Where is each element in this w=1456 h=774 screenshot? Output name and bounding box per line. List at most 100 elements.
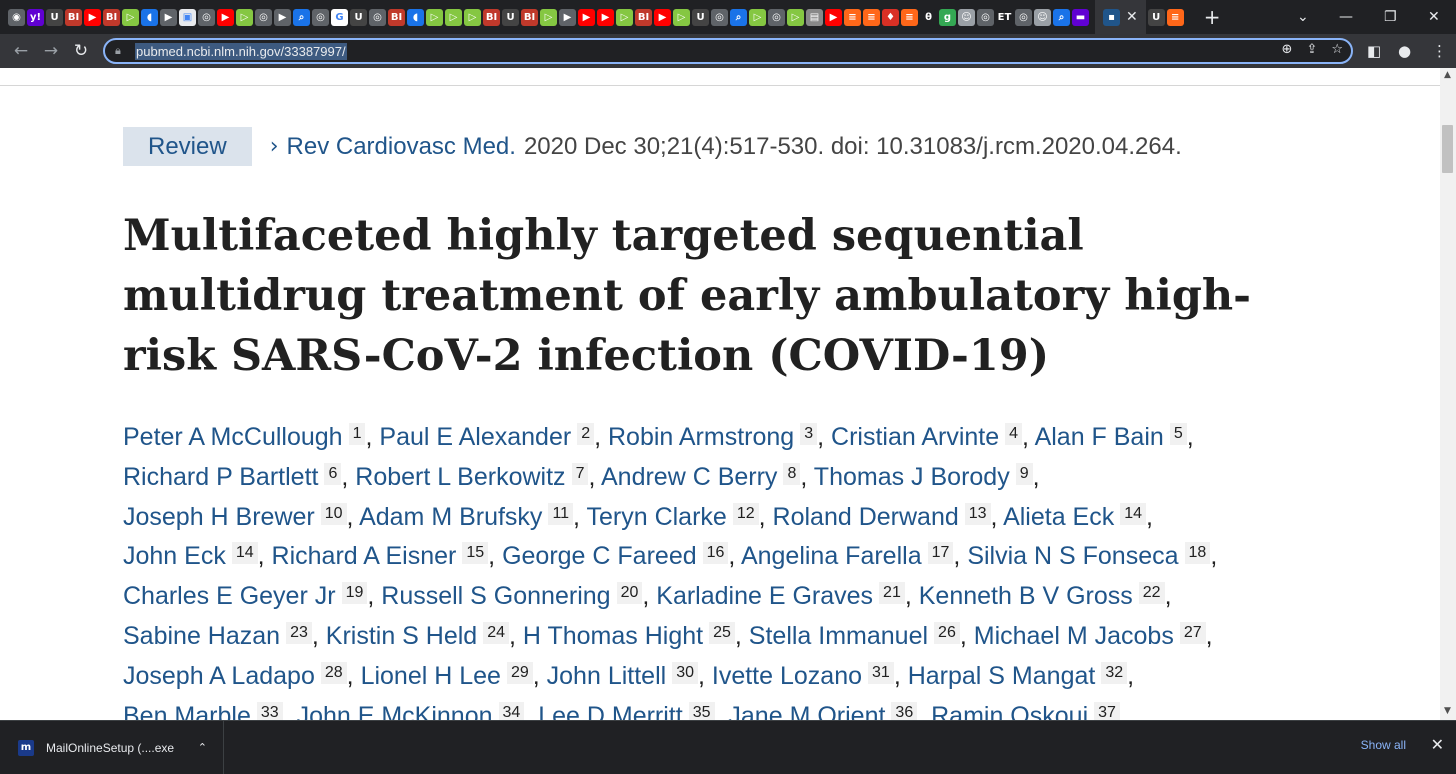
scribd-icon[interactable]: U [46,8,63,26]
affiliation-number[interactable]: 3 [800,423,818,445]
rumble-icon[interactable]: ▷ [540,8,557,26]
affiliation-number[interactable]: 2 [577,423,595,445]
author-link[interactable]: Sabine Hazan [123,622,280,650]
author-link[interactable]: H Thomas Hight [523,622,703,650]
search-icon[interactable]: ⌕ [293,8,310,26]
affiliation-number[interactable]: 29 [506,661,533,684]
globe-icon[interactable]: ◎ [711,8,728,26]
author-link[interactable]: Ivette Lozano [712,662,862,690]
shield-icon[interactable]: ◖ [407,8,424,26]
google-icon[interactable]: G [331,8,348,26]
side-panel-icon[interactable]: ◧ [1367,34,1381,68]
affiliation-number[interactable]: 20 [616,582,643,605]
rumble-icon[interactable]: ▷ [673,8,690,26]
rumble-icon[interactable]: ▷ [787,8,804,26]
business-insider-icon[interactable]: BI [521,8,538,26]
globe-icon[interactable]: ◎ [198,8,215,26]
tab-search-chevron-icon[interactable]: ⌄ [1297,0,1309,34]
affiliation-number[interactable]: 26 [934,621,960,644]
bookmark-icon[interactable]: ▶ [160,8,177,26]
youtube-icon[interactable]: ▶ [84,8,101,26]
profile-avatar-icon[interactable]: ● [1398,34,1411,68]
affiliation-number[interactable]: 23 [286,621,312,644]
affiliation-number[interactable]: 30 [672,661,698,684]
scribd-icon[interactable]: U [350,8,367,26]
forward-icon[interactable]: → [36,41,66,61]
author-link[interactable]: Angelina Farella [741,542,922,570]
affiliation-number[interactable]: 4 [1005,423,1023,445]
zoom-icon[interactable]: ⊕ [1282,42,1293,57]
affiliation-number[interactable]: 11 [548,502,574,525]
globe-icon[interactable]: ◎ [369,8,386,26]
substack-icon[interactable]: ≡ [863,8,880,26]
journal-link[interactable]: Rev Cardiovasc Med. [287,133,516,161]
affiliation-number[interactable]: 1 [348,423,366,445]
scrollbar-thumb[interactable] [1442,125,1453,173]
author-link[interactable]: Richard A Eisner [272,542,457,570]
author-link[interactable]: Andrew C Berry [601,463,777,491]
lock-icon[interactable]: 🔒︎ [115,44,129,58]
bookmark-icon[interactable]: ▶ [274,8,291,26]
affiliation-number[interactable]: 13 [964,502,991,525]
share-icon[interactable]: ⇪ [1306,42,1317,57]
globe-icon[interactable]: ◎ [312,8,329,26]
affiliation-number[interactable]: 27 [1179,621,1206,644]
affiliation-number[interactable]: 14 [231,542,258,565]
business-insider-icon[interactable]: BI [483,8,500,26]
rumble-icon[interactable]: ▷ [426,8,443,26]
rumble-icon[interactable]: ▷ [445,8,462,26]
show-all-button[interactable]: Show all [1361,738,1406,752]
business-insider-icon[interactable]: BI [635,8,652,26]
affiliation-number[interactable]: 6 [324,462,342,485]
affiliation-number[interactable]: 8 [783,462,801,485]
rumble-icon[interactable]: ▷ [236,8,253,26]
affiliation-number[interactable]: 10 [320,502,347,525]
scroll-up-icon[interactable]: ▲ [1444,70,1451,80]
restore-icon[interactable]: ❐ [1384,0,1397,34]
yahoo-icon[interactable]: y! [27,8,44,26]
affiliation-number[interactable]: 32 [1101,661,1128,684]
url-text[interactable]: pubmed.ncbi.nlm.nih.gov/33387997/ [135,42,347,60]
globe-icon[interactable]: ◎ [255,8,272,26]
affiliation-number[interactable]: 5 [1169,423,1187,445]
affiliation-number[interactable]: 22 [1138,582,1165,605]
download-file-name[interactable]: MailOnlineSetup (....exe [46,741,174,755]
author-link[interactable]: Robert L Berkowitz [355,463,565,491]
author-link[interactable]: Stella Immanuel [749,622,928,650]
affiliation-number[interactable]: 31 [868,661,894,684]
search-icon[interactable]: ⌕ [730,8,747,26]
scroll-down-icon[interactable]: ▼ [1444,706,1451,716]
affiliation-number[interactable]: 9 [1015,462,1033,485]
rumble-icon[interactable]: ▷ [122,8,139,26]
author-link[interactable]: Kristin S Held [326,622,477,650]
chevron-right-icon[interactable]: › [270,134,279,159]
business-insider-icon[interactable]: BI [103,8,120,26]
author-link[interactable]: Richard P Bartlett [123,463,318,491]
scribd-icon[interactable]: U [692,8,709,26]
youtube-icon[interactable]: ▶ [597,8,614,26]
author-link[interactable]: Harpal S Mangat [908,662,1096,690]
reload-icon[interactable]: ↻ [66,41,96,61]
affiliation-number[interactable]: 18 [1184,542,1211,565]
author-link[interactable]: Joseph H Brewer [123,503,315,531]
substack-icon[interactable]: ≡ [901,8,918,26]
author-link[interactable]: Robin Armstrong [608,423,794,451]
author-link[interactable]: Kenneth B V Gross [919,582,1133,610]
globe-icon[interactable]: ◎ [977,8,994,26]
avatar-icon[interactable]: ☺ [1034,8,1051,26]
tab-close-icon[interactable]: ✕ [1126,9,1138,25]
author-link[interactable]: Paul E Alexander [379,423,571,451]
author-link[interactable]: Alan F Bain [1035,423,1164,451]
affiliation-number[interactable]: 17 [927,542,954,565]
author-link[interactable]: Teryn Clarke [587,503,727,531]
scribd-icon[interactable]: U [1147,8,1165,26]
author-link[interactable]: Alieta Eck [1003,503,1114,531]
minimize-icon[interactable]: — [1339,0,1353,34]
affiliation-number[interactable]: 12 [732,502,759,525]
menu-kebab-icon[interactable]: ⋮ [1432,34,1447,68]
author-link[interactable]: Karladine E Graves [656,582,873,610]
address-bar[interactable]: 🔒︎ pubmed.ncbi.nlm.nih.gov/33387997/ ⊕ ⇪… [103,38,1353,64]
author-link[interactable]: Michael M Jacobs [974,622,1174,650]
affiliation-number[interactable]: 25 [709,621,735,644]
bookmark-star-icon[interactable]: ☆ [1331,42,1343,57]
